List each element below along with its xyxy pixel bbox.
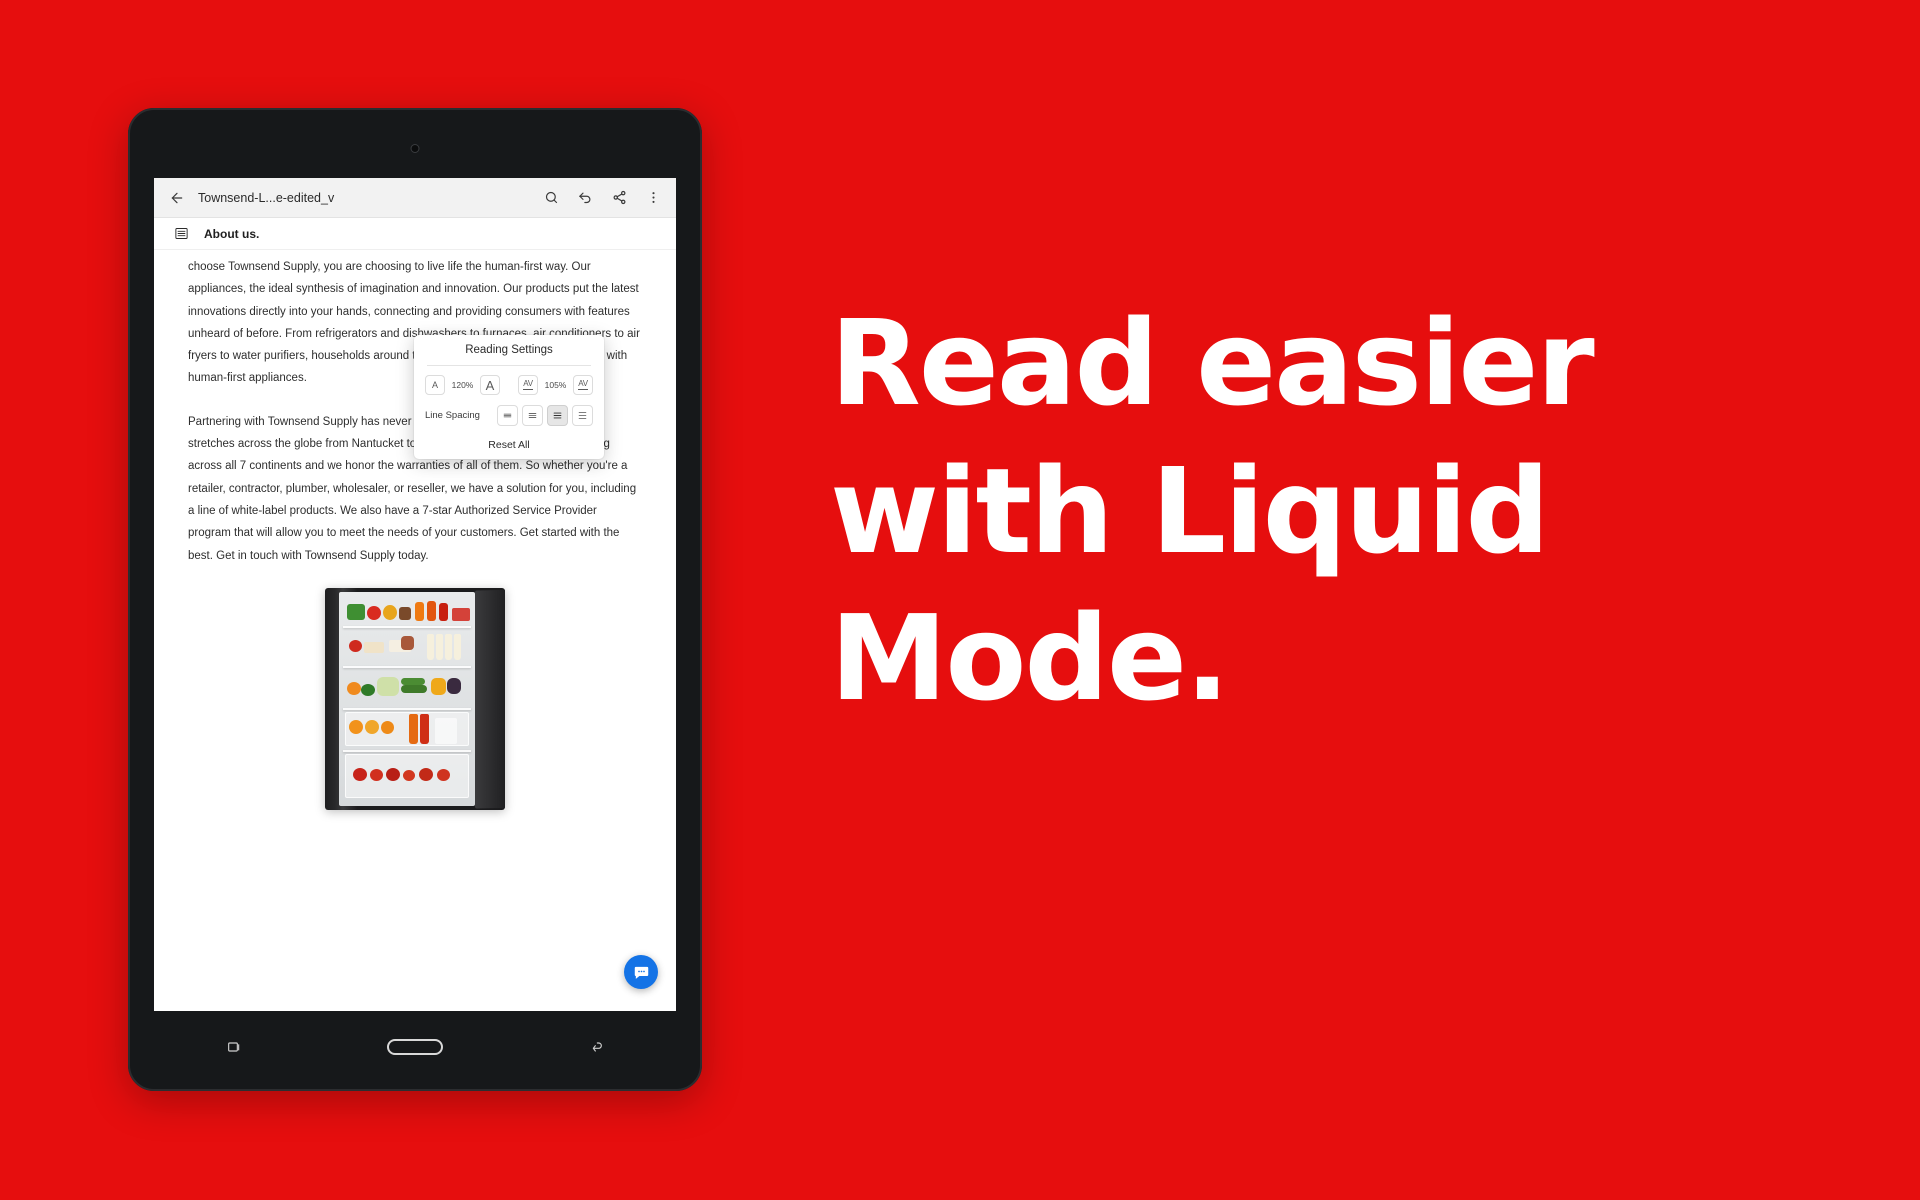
outline-list-icon[interactable]	[168, 221, 194, 247]
line-spacing-option-relaxed[interactable]	[547, 405, 568, 426]
line-spacing-row: Line Spacing	[414, 405, 604, 426]
line-spacing-label: Line Spacing	[425, 410, 480, 421]
toolbar-actions	[538, 185, 666, 211]
letter-spacing-value: 105%	[544, 380, 567, 390]
front-camera-icon	[410, 144, 420, 153]
reading-settings-title: Reading Settings	[465, 344, 553, 356]
reset-all-button[interactable]: Reset All	[414, 436, 604, 451]
line-spacing-option-loose[interactable]	[572, 405, 593, 426]
increase-letter-spacing-button[interactable]: AV	[573, 375, 593, 395]
line-spacing-option-normal[interactable]	[522, 405, 543, 426]
av-small-glyph: AV	[523, 379, 533, 390]
headline-line-1: Read easier	[830, 294, 1595, 432]
font-size-group: A 120% A	[425, 375, 500, 395]
text-size-row: A 120% A AV 105% AV	[414, 375, 604, 395]
chat-bubble-icon[interactable]	[624, 955, 658, 989]
line-spacing-option-compact[interactable]	[497, 405, 518, 426]
more-vertical-icon[interactable]	[640, 185, 666, 211]
back-arrow-icon[interactable]	[164, 185, 190, 211]
document-title: Townsend-L...e-edited_v	[198, 190, 335, 205]
line-spacing-options	[497, 405, 593, 426]
open-refrigerator-photo	[325, 587, 505, 810]
outline-section-label: About us.	[204, 226, 260, 241]
font-size-value: 120%	[451, 380, 474, 390]
headline-line-3: Mode.	[830, 589, 1230, 727]
fridge-door	[475, 589, 505, 809]
headline-line-2: with Liquid	[830, 441, 1550, 580]
undo-icon[interactable]	[572, 185, 598, 211]
tablet-device: Townsend-L...e-edited_v About us. choose…	[128, 108, 702, 1091]
home-button[interactable]	[386, 1039, 443, 1055]
letter-spacing-group: AV 105% AV	[518, 375, 593, 395]
popup-divider	[427, 365, 591, 366]
marketing-headline: Read easier with Liquid Mode.	[830, 290, 1710, 733]
decrease-letter-spacing-button[interactable]: AV	[518, 375, 538, 395]
share-icon[interactable]	[606, 185, 632, 211]
increase-font-size-button[interactable]: A	[480, 375, 500, 395]
outline-bar[interactable]: About us.	[154, 218, 676, 250]
android-navbar	[154, 1023, 676, 1071]
reading-settings-popup[interactable]: Reading Settings A 120% A AV 105% AV Lin…	[414, 335, 604, 459]
av-large-glyph: AV	[578, 379, 588, 390]
search-icon[interactable]	[538, 185, 564, 211]
tablet-screen: Townsend-L...e-edited_v About us. choose…	[154, 178, 676, 1011]
decrease-font-size-button[interactable]: A	[425, 375, 445, 395]
back-button[interactable]	[588, 1039, 604, 1055]
app-toolbar: Townsend-L...e-edited_v	[154, 178, 676, 218]
recents-button[interactable]	[226, 1039, 242, 1055]
